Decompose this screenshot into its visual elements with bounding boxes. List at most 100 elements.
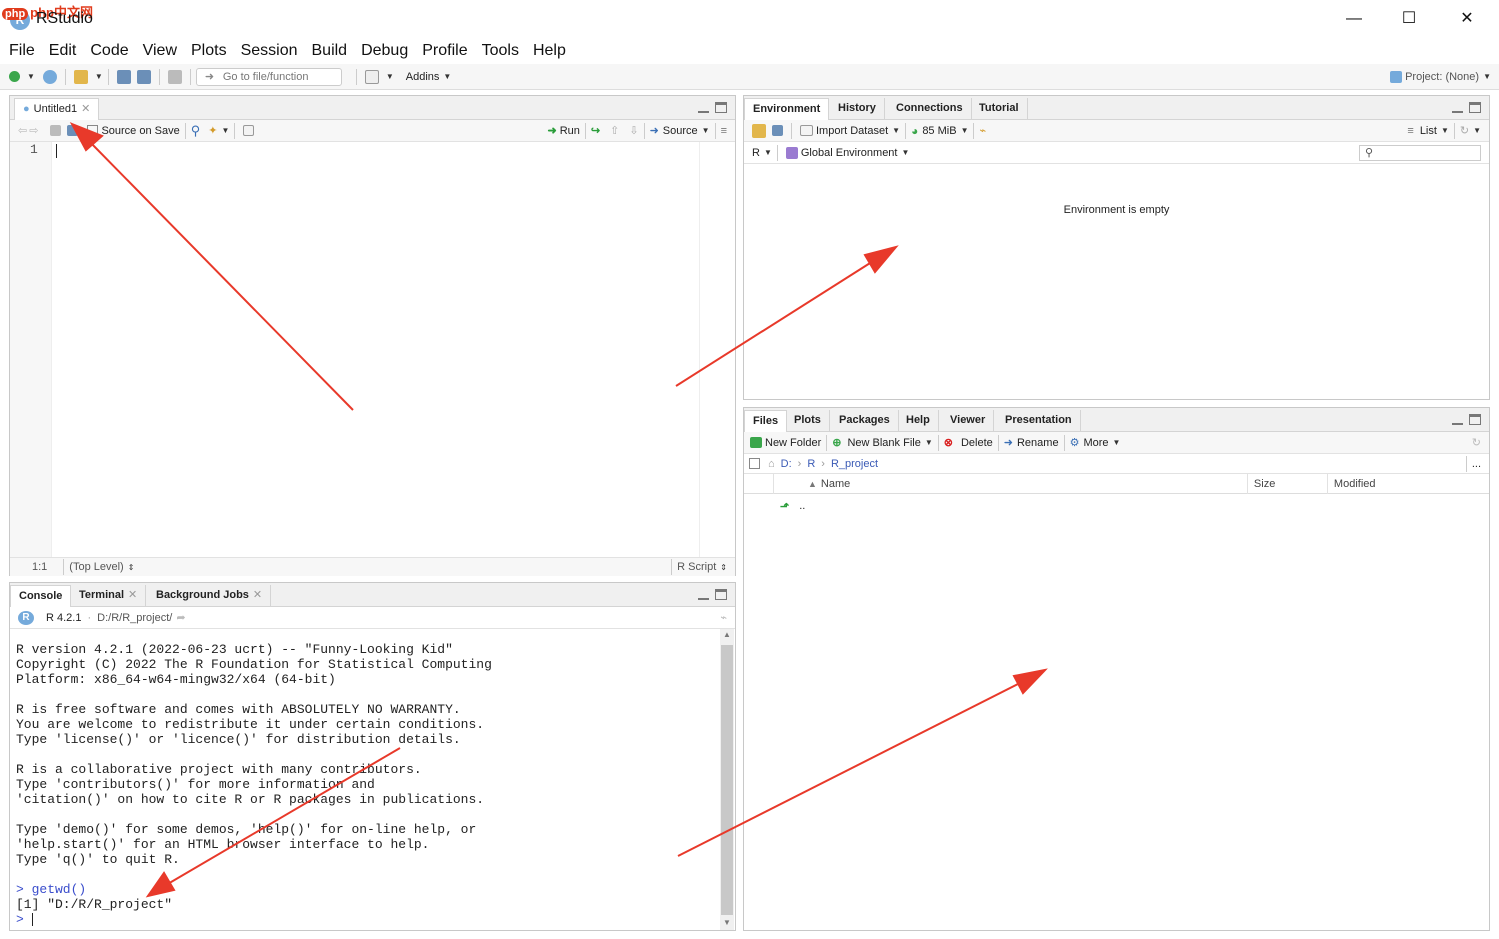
delete-button[interactable]: Delete xyxy=(961,437,993,449)
scope-selector[interactable]: (Top Level) xyxy=(69,561,123,573)
import-dataset-button[interactable]: Import Dataset xyxy=(816,125,888,137)
tab-history[interactable]: History xyxy=(830,98,885,120)
scrollbar-thumb[interactable] xyxy=(721,645,733,915)
refresh-caret-icon[interactable]: ▼ xyxy=(1473,126,1481,135)
menu-code[interactable]: Code xyxy=(90,42,128,60)
parent-directory-link[interactable]: .. xyxy=(799,500,805,512)
run-arrow-icon[interactable]: ➜ xyxy=(548,124,557,137)
maximize-files-icon[interactable] xyxy=(1469,414,1481,425)
tab-plots[interactable]: Plots xyxy=(786,410,830,432)
outline-icon[interactable]: ≡ xyxy=(721,125,727,137)
go-down-icon[interactable]: ⇩ xyxy=(629,124,638,137)
menu-help[interactable]: Help xyxy=(533,42,566,60)
breadcrumb-d[interactable]: D: xyxy=(781,458,792,470)
files-ellipsis-button[interactable]: ... xyxy=(1472,458,1481,470)
source-on-save-checkbox[interactable] xyxy=(87,125,99,136)
tab-viewer[interactable]: Viewer xyxy=(942,410,995,432)
close-tab-icon[interactable]: ✕ xyxy=(81,103,90,115)
tab-presentation[interactable]: Presentation xyxy=(997,410,1081,432)
more-button[interactable]: More xyxy=(1083,437,1108,449)
view-mode-caret-icon[interactable]: ▼ xyxy=(1441,126,1449,135)
close-background-jobs-icon[interactable]: ✕ xyxy=(253,589,262,601)
language-select[interactable]: R xyxy=(752,147,760,159)
go-up-icon[interactable]: ⇧ xyxy=(610,124,619,137)
menu-debug[interactable]: Debug xyxy=(361,42,408,60)
go-to-directory-icon[interactable]: ➦ xyxy=(176,611,185,624)
project-menu[interactable]: Project: (None) xyxy=(1405,71,1479,83)
tab-connections[interactable]: Connections xyxy=(888,98,972,120)
code-editor[interactable] xyxy=(53,142,699,557)
grid-caret-icon[interactable]: ▼ xyxy=(386,72,394,81)
source-caret-icon[interactable]: ▼ xyxy=(702,126,710,135)
tab-background-jobs[interactable]: Background Jobs ✕ xyxy=(148,585,272,607)
refresh-files-icon[interactable]: ↻ xyxy=(1472,436,1481,449)
load-workspace-icon[interactable] xyxy=(752,123,766,138)
new-file-icon[interactable] xyxy=(9,71,20,82)
save-all-icon[interactable] xyxy=(136,69,151,84)
tab-console[interactable]: Console xyxy=(10,585,72,608)
source-button[interactable]: Source xyxy=(663,125,698,137)
minimize-environment-icon[interactable] xyxy=(1452,110,1463,113)
memory-usage[interactable]: 85 MiB xyxy=(922,125,956,137)
environment-scope-caret-icon[interactable]: ▼ xyxy=(901,148,909,157)
save-workspace-icon[interactable] xyxy=(772,125,783,136)
source-arrow-icon[interactable]: ➜ xyxy=(650,124,659,137)
minimize-button[interactable]: — xyxy=(1331,6,1377,32)
column-name[interactable]: Name xyxy=(821,478,1247,490)
select-all-checkbox[interactable] xyxy=(749,458,760,469)
menu-session[interactable]: Session xyxy=(241,42,298,60)
open-file-icon[interactable] xyxy=(73,69,88,84)
environment-scope-select[interactable]: Global Environment xyxy=(801,147,898,159)
file-type-caret-icon[interactable]: ⇕ xyxy=(720,563,727,572)
menu-view[interactable]: View xyxy=(143,42,177,60)
scroll-down-icon[interactable]: ▼ xyxy=(723,918,731,927)
grid-layout-icon[interactable] xyxy=(364,69,379,84)
tab-tutorial[interactable]: Tutorial xyxy=(971,98,1028,120)
project-caret-icon[interactable]: ▼ xyxy=(1483,72,1491,81)
view-mode-select[interactable]: List xyxy=(1420,125,1437,137)
open-file-caret-icon[interactable]: ▼ xyxy=(95,72,103,81)
save-file-icon[interactable] xyxy=(67,125,79,136)
menu-edit[interactable]: Edit xyxy=(49,42,77,60)
new-blank-file-button[interactable]: New Blank File xyxy=(847,437,920,449)
maximize-console-icon[interactable] xyxy=(715,589,727,600)
clear-broom-icon[interactable]: ⌁ xyxy=(979,124,986,137)
compile-report-icon[interactable] xyxy=(243,125,255,136)
maximize-pane-icon[interactable] xyxy=(715,102,727,113)
menu-tools[interactable]: Tools xyxy=(482,42,519,60)
minimize-files-icon[interactable] xyxy=(1452,422,1463,425)
breadcrumb-r[interactable]: R xyxy=(807,458,815,470)
code-tools-caret-icon[interactable]: ▼ xyxy=(221,126,229,135)
tab-untitled1[interactable]: ● Untitled1 ✕ xyxy=(14,98,100,121)
new-file-caret-icon[interactable]: ▼ xyxy=(27,72,35,81)
home-icon[interactable]: ⌂ xyxy=(768,458,775,470)
print-icon[interactable] xyxy=(167,69,182,84)
tab-help[interactable]: Help xyxy=(898,410,939,432)
show-in-window-icon[interactable] xyxy=(50,125,62,136)
rerun-icon[interactable]: ↪ xyxy=(591,124,600,137)
file-type-selector[interactable]: R Script xyxy=(677,561,716,573)
tab-environment[interactable]: Environment xyxy=(744,98,830,121)
tab-files[interactable]: Files xyxy=(744,410,788,433)
menu-plots[interactable]: Plots xyxy=(191,42,227,60)
addins-menu[interactable]: Addins xyxy=(406,71,440,83)
tab-terminal[interactable]: Terminal ✕ xyxy=(71,585,147,607)
menu-file[interactable]: File xyxy=(9,42,35,60)
run-button[interactable]: Run xyxy=(560,125,580,137)
language-caret-icon[interactable]: ▼ xyxy=(764,148,772,157)
environment-search-input[interactable]: ⚲ xyxy=(1359,144,1481,161)
tab-packages[interactable]: Packages xyxy=(831,410,899,432)
more-caret-icon[interactable]: ▼ xyxy=(1113,438,1121,447)
new-folder-button[interactable]: New Folder xyxy=(765,437,821,449)
clear-console-broom-icon[interactable]: ⌁ xyxy=(720,611,727,624)
addins-caret-icon[interactable]: ▼ xyxy=(443,72,451,81)
menu-build[interactable]: Build xyxy=(312,42,348,60)
minimize-pane-icon[interactable] xyxy=(698,110,709,113)
search-icon[interactable]: ⚲ xyxy=(191,123,201,139)
new-blank-file-caret-icon[interactable]: ▼ xyxy=(925,438,933,447)
close-button[interactable]: ✕ xyxy=(1444,6,1490,32)
minimize-console-icon[interactable] xyxy=(698,597,709,600)
column-size[interactable]: Size xyxy=(1246,473,1327,494)
maximize-environment-icon[interactable] xyxy=(1469,102,1481,113)
scroll-up-icon[interactable]: ▲ xyxy=(723,630,731,639)
